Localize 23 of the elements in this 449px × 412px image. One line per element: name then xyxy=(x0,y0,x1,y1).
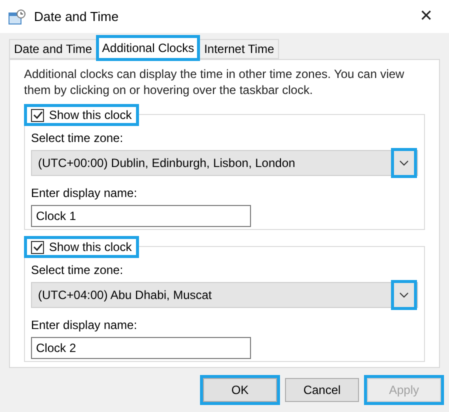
time-zone-dropdown[interactable]: (UTC+00:00) Dublin, Edinburgh, Lisbon, London xyxy=(31,150,418,176)
display-name-field[interactable]: Clock 1 xyxy=(31,205,251,227)
show-clock-checkbox[interactable]: Show this clock xyxy=(24,236,139,258)
dialog-button[interactable]: OK xyxy=(203,378,277,402)
time-zone-label: Select time zone: xyxy=(31,130,124,147)
time-zone-dropdown[interactable]: (UTC+04:00) Abu Dhabi, Muscat xyxy=(31,282,418,308)
chevron-down-icon xyxy=(399,160,409,166)
description-text: Additional clocks can display the time in other time zones. You can view them by clicking on or hovering over the taskbar clock. xyxy=(24,66,406,98)
dialog-button[interactable]: Cancel xyxy=(285,378,359,402)
checkmark-icon xyxy=(32,111,42,119)
tab[interactable]: Date and Time xyxy=(9,39,98,59)
display-name-label: Enter display name: xyxy=(31,317,138,334)
close-button[interactable]: ✕ xyxy=(411,2,441,32)
display-name-label: Enter display name: xyxy=(31,185,138,202)
tab[interactable]: Internet Time xyxy=(199,39,280,59)
tab[interactable]: Additional Clocks xyxy=(97,36,200,60)
display-name-field[interactable]: Clock 2 xyxy=(31,337,251,359)
checkmark-icon xyxy=(32,243,42,251)
time-zone-label: Select time zone: xyxy=(31,262,124,279)
chevron-down-icon xyxy=(399,292,409,298)
calendar-clock-icon xyxy=(8,8,26,24)
show-clock-checkbox[interactable]: Show this clock xyxy=(24,104,139,126)
window-title: Date and Time xyxy=(34,8,120,26)
